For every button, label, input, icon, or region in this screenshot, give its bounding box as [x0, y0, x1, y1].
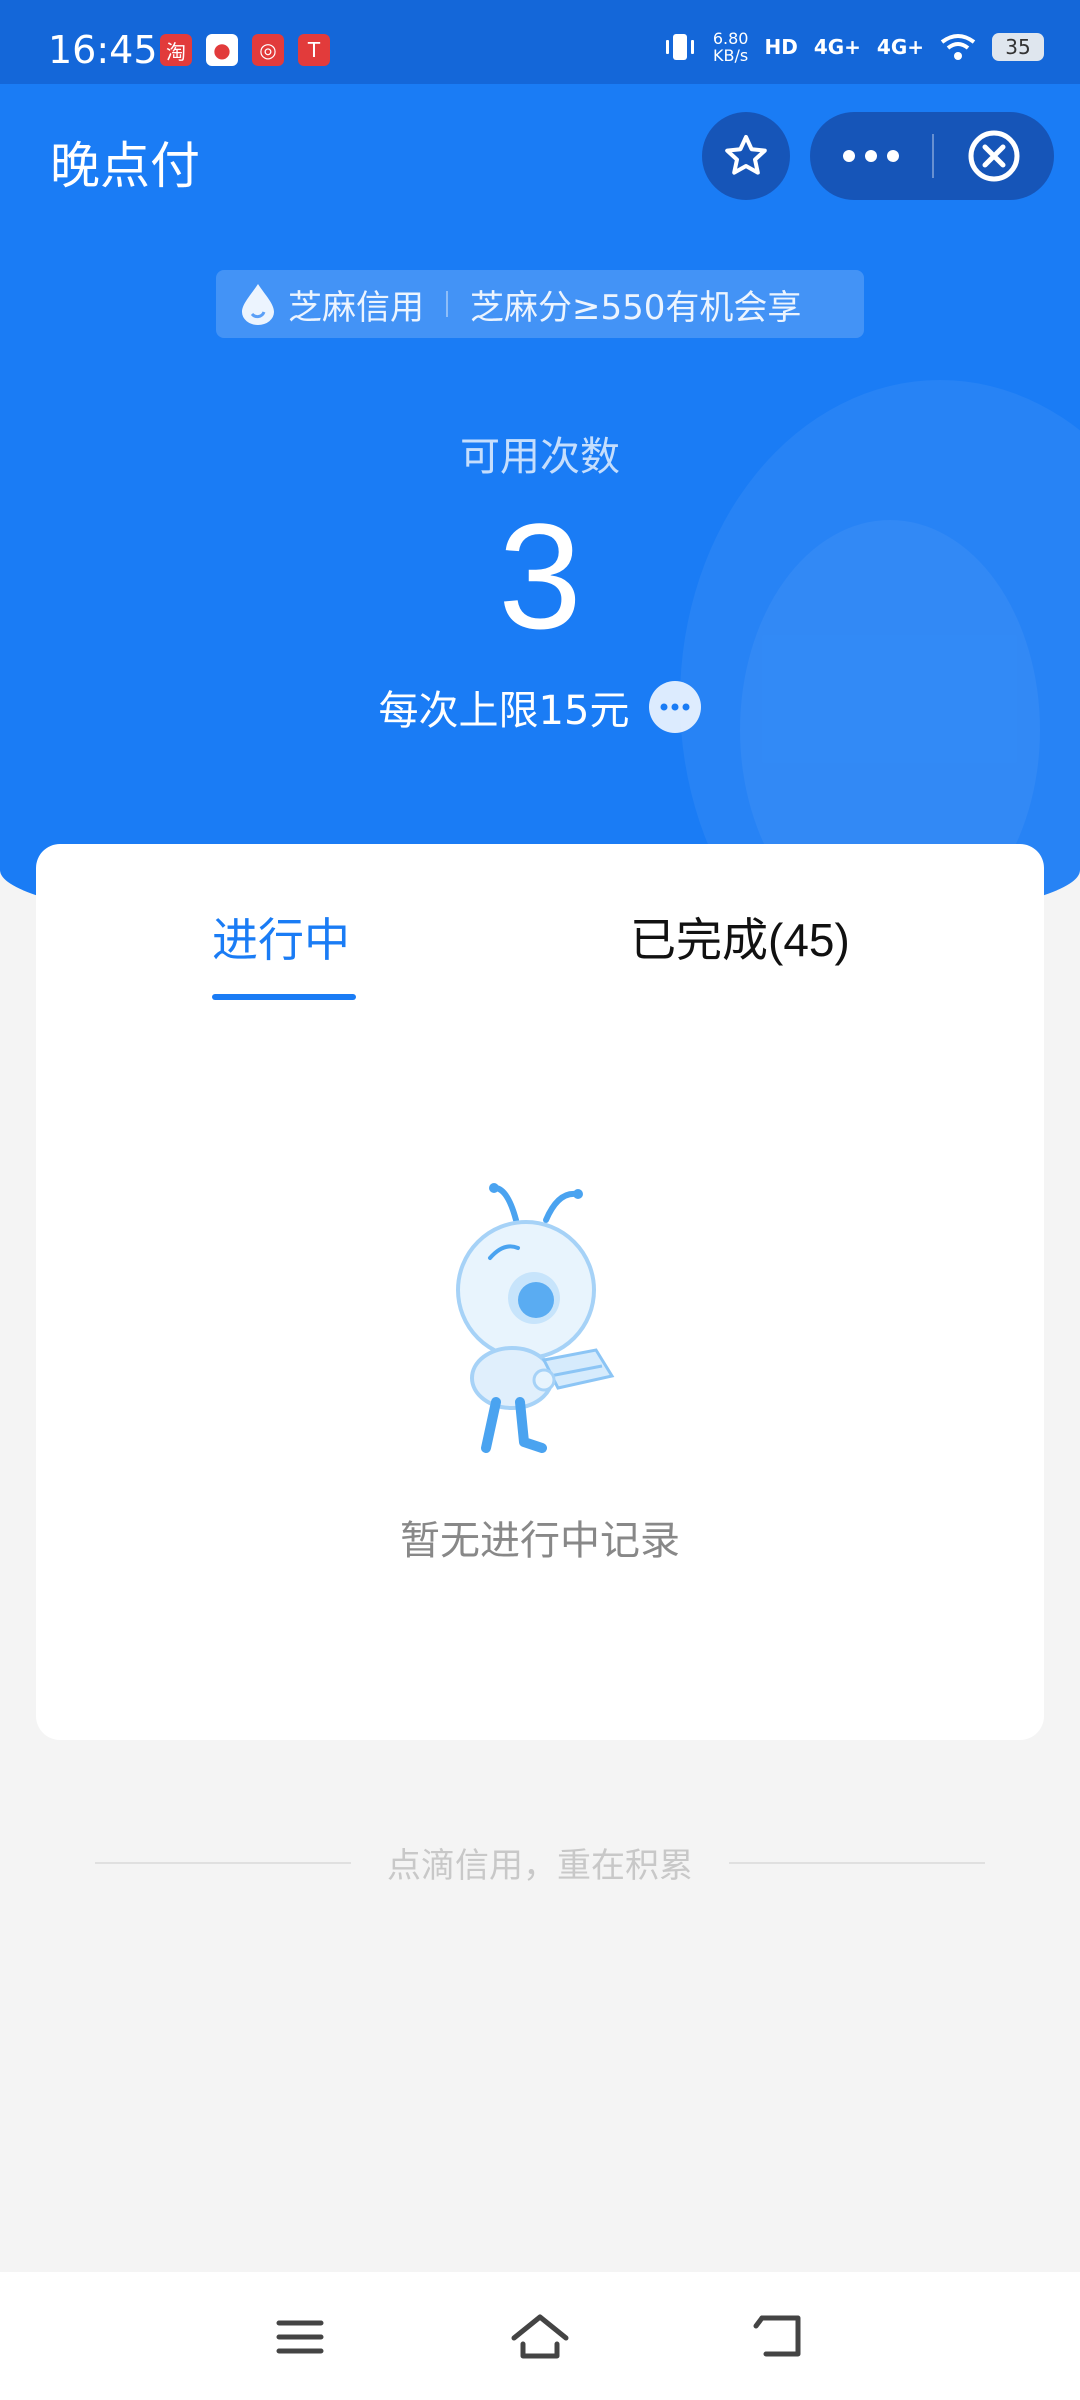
- credit-brand: 芝麻信用: [288, 287, 424, 328]
- more-button[interactable]: [810, 112, 932, 200]
- hd-label: HD: [764, 35, 798, 59]
- active-tab-indicator: [212, 994, 356, 1000]
- battery-indicator: 35: [992, 33, 1044, 61]
- available-count-label: 可用次数: [460, 434, 620, 480]
- more-dots-icon: [843, 150, 899, 162]
- nav-home-button[interactable]: [500, 2302, 580, 2372]
- wifi-icon: [940, 34, 976, 60]
- mini-app-capsule: [810, 112, 1054, 200]
- tab-in-progress[interactable]: 进行中: [212, 904, 350, 970]
- app-icon: ◎: [252, 34, 284, 66]
- limit-text: 每次上限15元: [378, 688, 630, 734]
- status-time: 16:45: [48, 28, 158, 72]
- nav-back-button[interactable]: [740, 2302, 820, 2372]
- divider: [446, 291, 448, 317]
- sesame-drop-icon: [238, 282, 278, 326]
- notification-icons: 淘 ● ◎ T: [160, 34, 330, 66]
- notification-icon: ●: [206, 34, 238, 66]
- divider: [95, 1861, 351, 1864]
- divider: [729, 1861, 985, 1864]
- signal-4g-label: 4G+: [876, 35, 924, 59]
- close-circle-icon: [968, 130, 1020, 182]
- footer-slogan: 点滴信用，重在积累: [0, 1838, 1080, 1887]
- home-icon: [511, 2314, 569, 2359]
- status-bar: 16:45 淘 ● ◎ T 6.80 KB/s HD 4G+ 4G+ 35: [0, 0, 1080, 84]
- records-card: 进行中 已完成(45) 暂无进行中记录: [36, 844, 1044, 1740]
- system-nav-bar: [0, 2272, 1080, 2400]
- sesame-credit-banner[interactable]: 芝麻信用 芝麻分≥550有机会享: [216, 270, 864, 338]
- ant-mascot-illustration: [446, 1180, 636, 1464]
- star-icon: [725, 135, 767, 175]
- limit-row: 每次上限15元: [0, 678, 1080, 736]
- signal-4g-label: 4G+: [813, 35, 861, 59]
- favorite-button[interactable]: [702, 112, 790, 200]
- available-count-value: 3: [498, 492, 582, 660]
- limit-info-button[interactable]: [649, 681, 702, 733]
- taobao-icon: 淘: [160, 34, 192, 66]
- tesla-icon: T: [298, 34, 330, 66]
- close-button[interactable]: [934, 112, 1054, 200]
- net-speed: 6.80 KB/s: [712, 29, 749, 65]
- tab-completed[interactable]: 已完成(45): [630, 904, 850, 970]
- page-title: 晚点付: [50, 137, 200, 195]
- vibrate-icon: [665, 34, 694, 60]
- slogan-text: 点滴信用，重在积累: [387, 1846, 693, 1886]
- menu-icon: [276, 2320, 324, 2354]
- system-icons: 6.80 KB/s HD 4G+ 4G+ 35: [663, 30, 1044, 64]
- empty-state-text: 暂无进行中记录: [400, 1518, 680, 1564]
- nav-menu-button[interactable]: [260, 2302, 340, 2372]
- credit-condition: 芝麻分≥550有机会享: [470, 287, 802, 328]
- more-dots-icon: [660, 703, 690, 711]
- back-icon: [753, 2315, 801, 2357]
